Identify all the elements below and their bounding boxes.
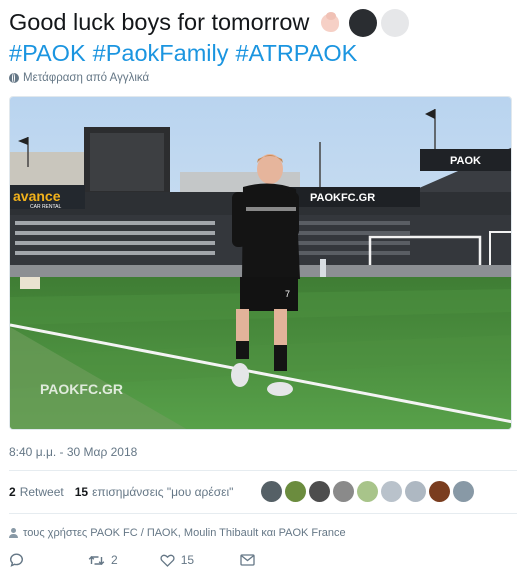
tweet-timestamp[interactable]: 8:40 μ.μ. - 30 Μαρ 2018	[9, 445, 137, 459]
retweets-label: Retweet	[19, 485, 64, 499]
retweets-count: 2	[9, 485, 16, 499]
liker-avatar[interactable]	[285, 481, 306, 502]
banner-text: avance	[13, 188, 61, 204]
likes-count: 15	[74, 485, 89, 499]
person-icon	[9, 528, 18, 538]
divider	[9, 470, 517, 471]
jersey-number-text: 7	[285, 289, 290, 299]
replying-to-text: τους χρήστες PAOK FC / ΠΑΟΚ, Moulin Thib…	[23, 527, 346, 539]
translate-label: Μετάφραση από Αγγλικά	[23, 72, 150, 84]
liker-avatar[interactable]	[429, 481, 450, 502]
tweet-photo[interactable]: PAOK avance CAR RENTAL PAOKFC.GR 7 PAOKF…	[9, 96, 512, 430]
like-button[interactable]: 15	[160, 553, 194, 567]
banner-sub-text: CAR RENTAL	[30, 204, 62, 210]
reply-button[interactable]	[9, 553, 30, 567]
hashtag-atrpaok[interactable]: #ATRPAOK	[235, 40, 357, 66]
tweet-body: Good luck boys for tomorrow	[9, 9, 310, 35]
globe-icon	[9, 73, 19, 83]
divider	[9, 513, 517, 514]
photo-watermark: PAOKFC.GR	[40, 381, 123, 397]
hashtag-paokfamily[interactable]: #PaokFamily	[93, 40, 229, 66]
liker-avatar[interactable]	[261, 481, 282, 502]
translate-link[interactable]: Μετάφραση από Αγγλικά	[9, 72, 149, 84]
direct-message-button[interactable]	[240, 554, 261, 566]
tweet-stats: 2 Retweet 15 επισημάνσεις "μου αρέσει"	[9, 485, 244, 499]
flexed-biceps-emoji-icon	[317, 8, 346, 37]
black-circle-emoji-icon	[349, 8, 378, 37]
liker-avatar[interactable]	[333, 481, 354, 502]
hashtag-paok[interactable]: #PAOK	[9, 40, 86, 66]
like-count: 15	[180, 553, 195, 567]
retweet-button[interactable]: 2	[88, 553, 118, 567]
liker-avatar[interactable]	[381, 481, 402, 502]
envelope-icon	[240, 554, 255, 566]
liker-avatar[interactable]	[357, 481, 378, 502]
white-circle-emoji-icon	[381, 8, 410, 37]
replying-to[interactable]: τους χρήστες PAOK FC / ΠΑΟΚ, Moulin Thib…	[9, 527, 346, 539]
retweet-icon	[88, 555, 105, 565]
retweet-count: 2	[111, 553, 118, 567]
stadium-photo: PAOK avance CAR RENTAL PAOKFC.GR 7 PAOKF…	[10, 97, 511, 429]
liker-avatar[interactable]	[453, 481, 474, 502]
heart-icon	[160, 554, 175, 567]
tweet-text: Good luck boys for tomorrow #PAOK #PaokFa…	[9, 7, 519, 69]
stand-sign-text: PAOK	[450, 155, 481, 167]
likes-label: επισημάνσεις "μου αρέσει"	[92, 485, 234, 499]
liker-avatar[interactable]	[309, 481, 330, 502]
tweet-actions: 2 15	[9, 553, 289, 567]
retweets-stat[interactable]: 2 Retweet	[9, 485, 64, 499]
liker-avatars	[261, 481, 474, 502]
likes-stat[interactable]: 15 επισημάνσεις "μου αρέσει"	[75, 485, 234, 499]
board-text: PAOKFC.GR	[310, 192, 375, 204]
liker-avatar[interactable]	[405, 481, 426, 502]
reply-icon	[9, 553, 24, 567]
